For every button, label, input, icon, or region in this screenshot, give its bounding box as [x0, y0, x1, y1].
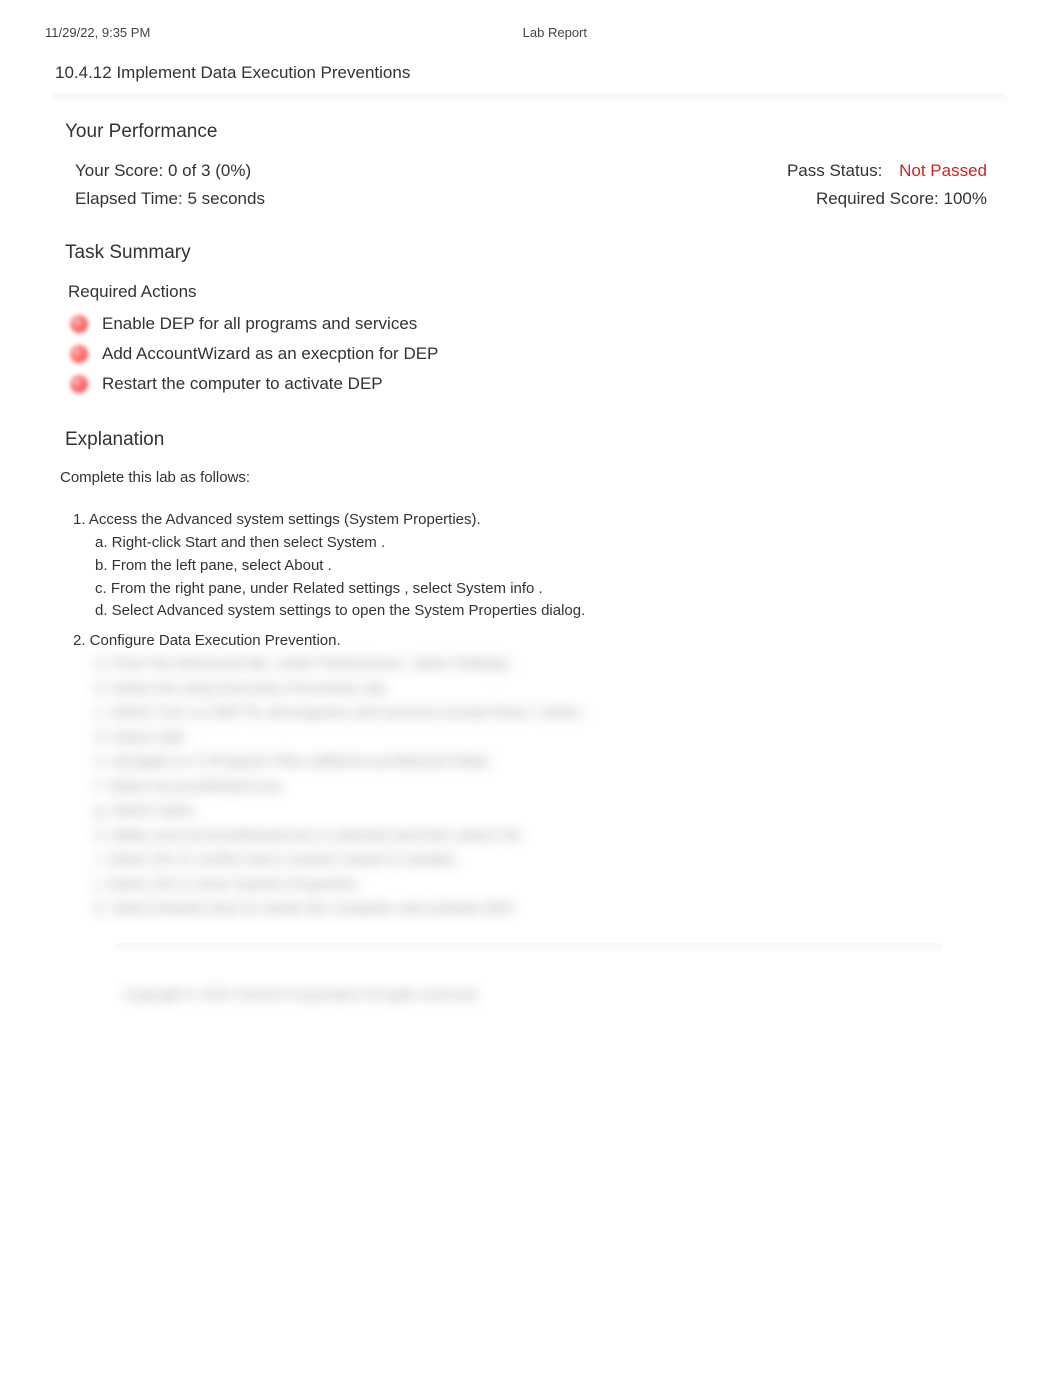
- step-1c: c. From the right pane, under Related se…: [65, 578, 997, 600]
- step-2c: c. Select Turn on DEP for all programs a…: [65, 702, 997, 725]
- required-label: Required Score:: [816, 189, 939, 208]
- explanation-section: Explanation Complete this lab as follows…: [0, 404, 1062, 1002]
- explanation-heading: Explanation: [65, 429, 997, 451]
- divider: [50, 93, 1007, 101]
- action-text: Add AccountWizard as an execption for DE…: [102, 344, 438, 364]
- step-2i: i. Select OK to confirm that a system re…: [65, 849, 997, 872]
- action-text: Restart the computer to activate DEP: [102, 374, 383, 394]
- step-2h: h. Make sure AccountWizard.exe is select…: [65, 825, 997, 848]
- step-1a: a. Right-click Start and then select Sys…: [65, 532, 997, 554]
- step-2d: d. Select Add .: [65, 727, 997, 750]
- status-fail-icon: [70, 375, 88, 393]
- step-1: 1. Access the Advanced system settings (…: [65, 511, 997, 528]
- required-value: 100%: [944, 189, 987, 208]
- step-1b: b. From the left pane, select About .: [65, 555, 997, 577]
- pass-value: Not Passed: [899, 161, 987, 180]
- step-1d: d. Select Advanced system settings to op…: [65, 600, 997, 622]
- action-item: Restart the computer to activate DEP: [65, 374, 997, 394]
- elapsed-row: Elapsed Time: 5 seconds Required Score: …: [65, 189, 997, 209]
- performance-heading: Your Performance: [65, 121, 997, 143]
- step-2k: k. Select Restart Now to restart the com…: [65, 898, 997, 921]
- pass-label: Pass Status:: [787, 161, 882, 180]
- required-actions-heading: Required Actions: [68, 282, 997, 302]
- print-date: 11/29/22, 9:35 PM: [45, 25, 523, 40]
- action-text: Enable DEP for all programs and services: [102, 314, 417, 334]
- step-2f: f. Select AccountWizard.exe .: [65, 776, 997, 799]
- action-item: Add AccountWizard as an execption for DE…: [65, 344, 997, 364]
- step-2g: g. Select Open .: [65, 800, 997, 823]
- explanation-intro: Complete this lab as follows:: [60, 469, 997, 486]
- divider-bottom: [115, 943, 942, 951]
- step-2e: e. Navigate to C:\Program Files (x86)\Ac…: [65, 751, 997, 774]
- score-left: Your Score: 0 of 3 (0%): [75, 161, 251, 181]
- blurred-content: a. From the Advanced tab, under Performa…: [65, 653, 997, 921]
- step-2a: a. From the Advanced tab, under Performa…: [65, 653, 997, 676]
- status-fail-icon: [70, 315, 88, 333]
- step-2: 2. Configure Data Execution Prevention.: [65, 632, 997, 649]
- score-value: 0 of 3 (0%): [168, 161, 251, 180]
- copyright: Copyright © 2022 TestOut Corporation All…: [65, 951, 997, 1002]
- page-title-small: Lab Report: [523, 25, 587, 40]
- action-item: Enable DEP for all programs and services: [65, 314, 997, 334]
- elapsed-value: 5 seconds: [187, 189, 265, 208]
- step-2j: j. Select OK to close System Properties.: [65, 874, 997, 897]
- score-row: Your Score: 0 of 3 (0%) Pass Status: Not…: [65, 161, 997, 181]
- elapsed-label: Elapsed Time:: [75, 189, 183, 208]
- task-summary-heading: Task Summary: [65, 242, 997, 264]
- lab-title: 10.4.12 Implement Data Execution Prevent…: [0, 48, 1062, 93]
- pass-right: Pass Status: Not Passed: [787, 161, 987, 181]
- required-right: Required Score: 100%: [816, 189, 987, 209]
- elapsed-left: Elapsed Time: 5 seconds: [75, 189, 265, 209]
- page-header: 11/29/22, 9:35 PM Lab Report: [0, 0, 1062, 48]
- performance-section: Your Performance Your Score: 0 of 3 (0%)…: [0, 101, 1062, 209]
- task-summary-section: Task Summary Required Actions Enable DEP…: [0, 217, 1062, 394]
- status-fail-icon: [70, 345, 88, 363]
- score-label: Your Score:: [75, 161, 163, 180]
- step-2b: b. Select the Data Execution Prevention …: [65, 678, 997, 701]
